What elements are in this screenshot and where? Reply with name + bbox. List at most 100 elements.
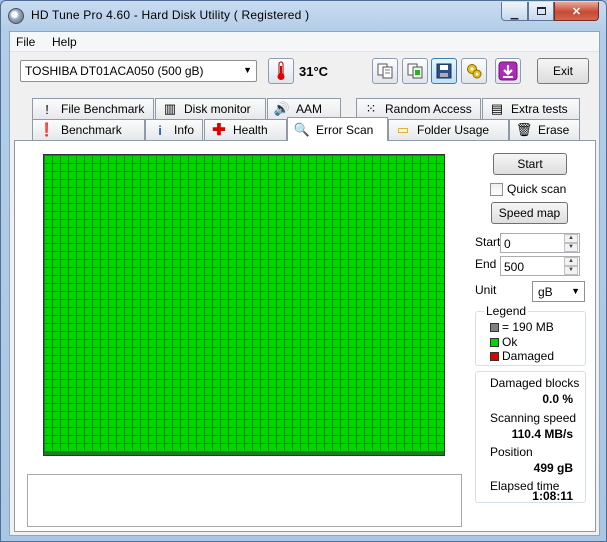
quick-scan-checkbox[interactable]: [490, 182, 503, 196]
scan-block: [45, 364, 52, 371]
scan-block: [245, 388, 252, 395]
copy-screenshot-button[interactable]: [402, 58, 428, 84]
scan-block: [277, 268, 284, 275]
scan-block: [285, 420, 292, 427]
scan-block: [61, 188, 68, 195]
scan-block: [221, 236, 228, 243]
legend-swatch: [490, 322, 499, 332]
spin-down-icon[interactable]: ▼: [564, 266, 578, 275]
scan-block: [165, 444, 172, 451]
scan-block: [301, 276, 308, 283]
scan-block: [293, 300, 300, 307]
tab-error-scan[interactable]: 🔍 Error Scan: [287, 117, 388, 141]
speed-map-button[interactable]: Speed map: [491, 202, 568, 224]
scan-block: [117, 204, 124, 211]
tab-erase[interactable]: 🗑 Erase: [509, 119, 580, 140]
close-button[interactable]: ✕: [554, 2, 599, 21]
scan-block: [213, 300, 220, 307]
scan-block: [357, 372, 364, 379]
scan-block: [149, 332, 156, 339]
scan-block: [437, 172, 444, 179]
scan-block: [173, 300, 180, 307]
temperature-button[interactable]: [268, 58, 294, 84]
options-button[interactable]: [461, 58, 487, 84]
tab-folder-usage[interactable]: ▭ Folder Usage: [388, 119, 509, 140]
tab-health[interactable]: ✚ Health: [204, 119, 287, 140]
scan-block: [397, 380, 404, 387]
tab-random-access[interactable]: ⁙ Random Access: [356, 98, 481, 119]
scan-block: [429, 428, 436, 435]
scan-block: [245, 220, 252, 227]
scan-block: [397, 156, 404, 163]
scan-block: [61, 324, 68, 331]
maximize-button[interactable]: [528, 2, 554, 21]
tab-file-benchmark[interactable]: ! File Benchmark: [32, 98, 154, 119]
scan-block: [325, 228, 332, 235]
scan-block: [205, 404, 212, 411]
scan-block: [77, 316, 84, 323]
tab-benchmark[interactable]: ❗ Benchmark: [32, 119, 145, 140]
scan-block: [133, 268, 140, 275]
end-spinbox[interactable]: 500 ▲ ▼: [500, 256, 580, 276]
drive-select[interactable]: TOSHIBA DT01ACA050 (500 gB) ▼: [20, 60, 257, 82]
start-spinbox[interactable]: 0 ▲ ▼: [500, 233, 580, 253]
scan-block: [237, 396, 244, 403]
scan-block: [101, 388, 108, 395]
spin-up-icon[interactable]: ▲: [564, 234, 578, 243]
tab-info[interactable]: i Info: [145, 119, 203, 140]
scan-block: [101, 308, 108, 315]
scan-block: [149, 196, 156, 203]
menu-help[interactable]: Help: [52, 35, 77, 49]
start-scan-button[interactable]: Start: [493, 153, 567, 175]
scan-block: [413, 356, 420, 363]
spin-down-icon[interactable]: ▼: [564, 243, 578, 252]
scan-block: [269, 356, 276, 363]
scan-block: [157, 436, 164, 443]
scan-block: [141, 228, 148, 235]
save-button[interactable]: [431, 58, 457, 84]
scan-block: [109, 324, 116, 331]
scan-block: [397, 308, 404, 315]
menu-file[interactable]: File: [16, 35, 35, 49]
scan-block: [365, 412, 372, 419]
scan-block: [325, 268, 332, 275]
tab-disk-monitor[interactable]: ▥ Disk monitor: [155, 98, 266, 119]
scan-block: [133, 316, 140, 323]
scan-block: [381, 356, 388, 363]
download-button[interactable]: [495, 58, 521, 84]
tab-label: Health: [233, 123, 268, 137]
scan-block: [245, 204, 252, 211]
minimize-button[interactable]: ▁: [501, 2, 528, 21]
scan-block: [309, 300, 316, 307]
scan-block: [69, 188, 76, 195]
spin-up-icon[interactable]: ▲: [564, 257, 578, 266]
scan-block: [53, 260, 60, 267]
scan-block: [45, 220, 52, 227]
scan-block: [229, 276, 236, 283]
tab-aam[interactable]: 🔊 AAM: [267, 98, 341, 119]
scan-block: [157, 180, 164, 187]
copy-info-button[interactable]: [372, 58, 398, 84]
scan-block: [117, 164, 124, 171]
scan-block: [349, 276, 356, 283]
scan-block: [261, 420, 268, 427]
scan-block: [85, 252, 92, 259]
quick-scan-option[interactable]: Quick scan: [490, 182, 566, 196]
scan-block: [381, 380, 388, 387]
scan-block: [389, 188, 396, 195]
scan-block: [269, 260, 276, 267]
unit-select[interactable]: gB ▼: [532, 281, 585, 302]
scan-block: [165, 332, 172, 339]
scan-block: [333, 380, 340, 387]
title-bar[interactable]: HD Tune Pro 4.60 - Hard Disk Utility ( R…: [1, 1, 606, 31]
scan-block: [397, 164, 404, 171]
scan-block: [213, 284, 220, 291]
scan-block: [149, 260, 156, 267]
scan-block: [269, 228, 276, 235]
scan-block: [237, 292, 244, 299]
scan-block: [277, 188, 284, 195]
scan-block: [181, 252, 188, 259]
scan-block: [333, 356, 340, 363]
tab-extra-tests[interactable]: ▤ Extra tests: [482, 98, 580, 119]
exit-button[interactable]: Exit: [537, 58, 589, 84]
